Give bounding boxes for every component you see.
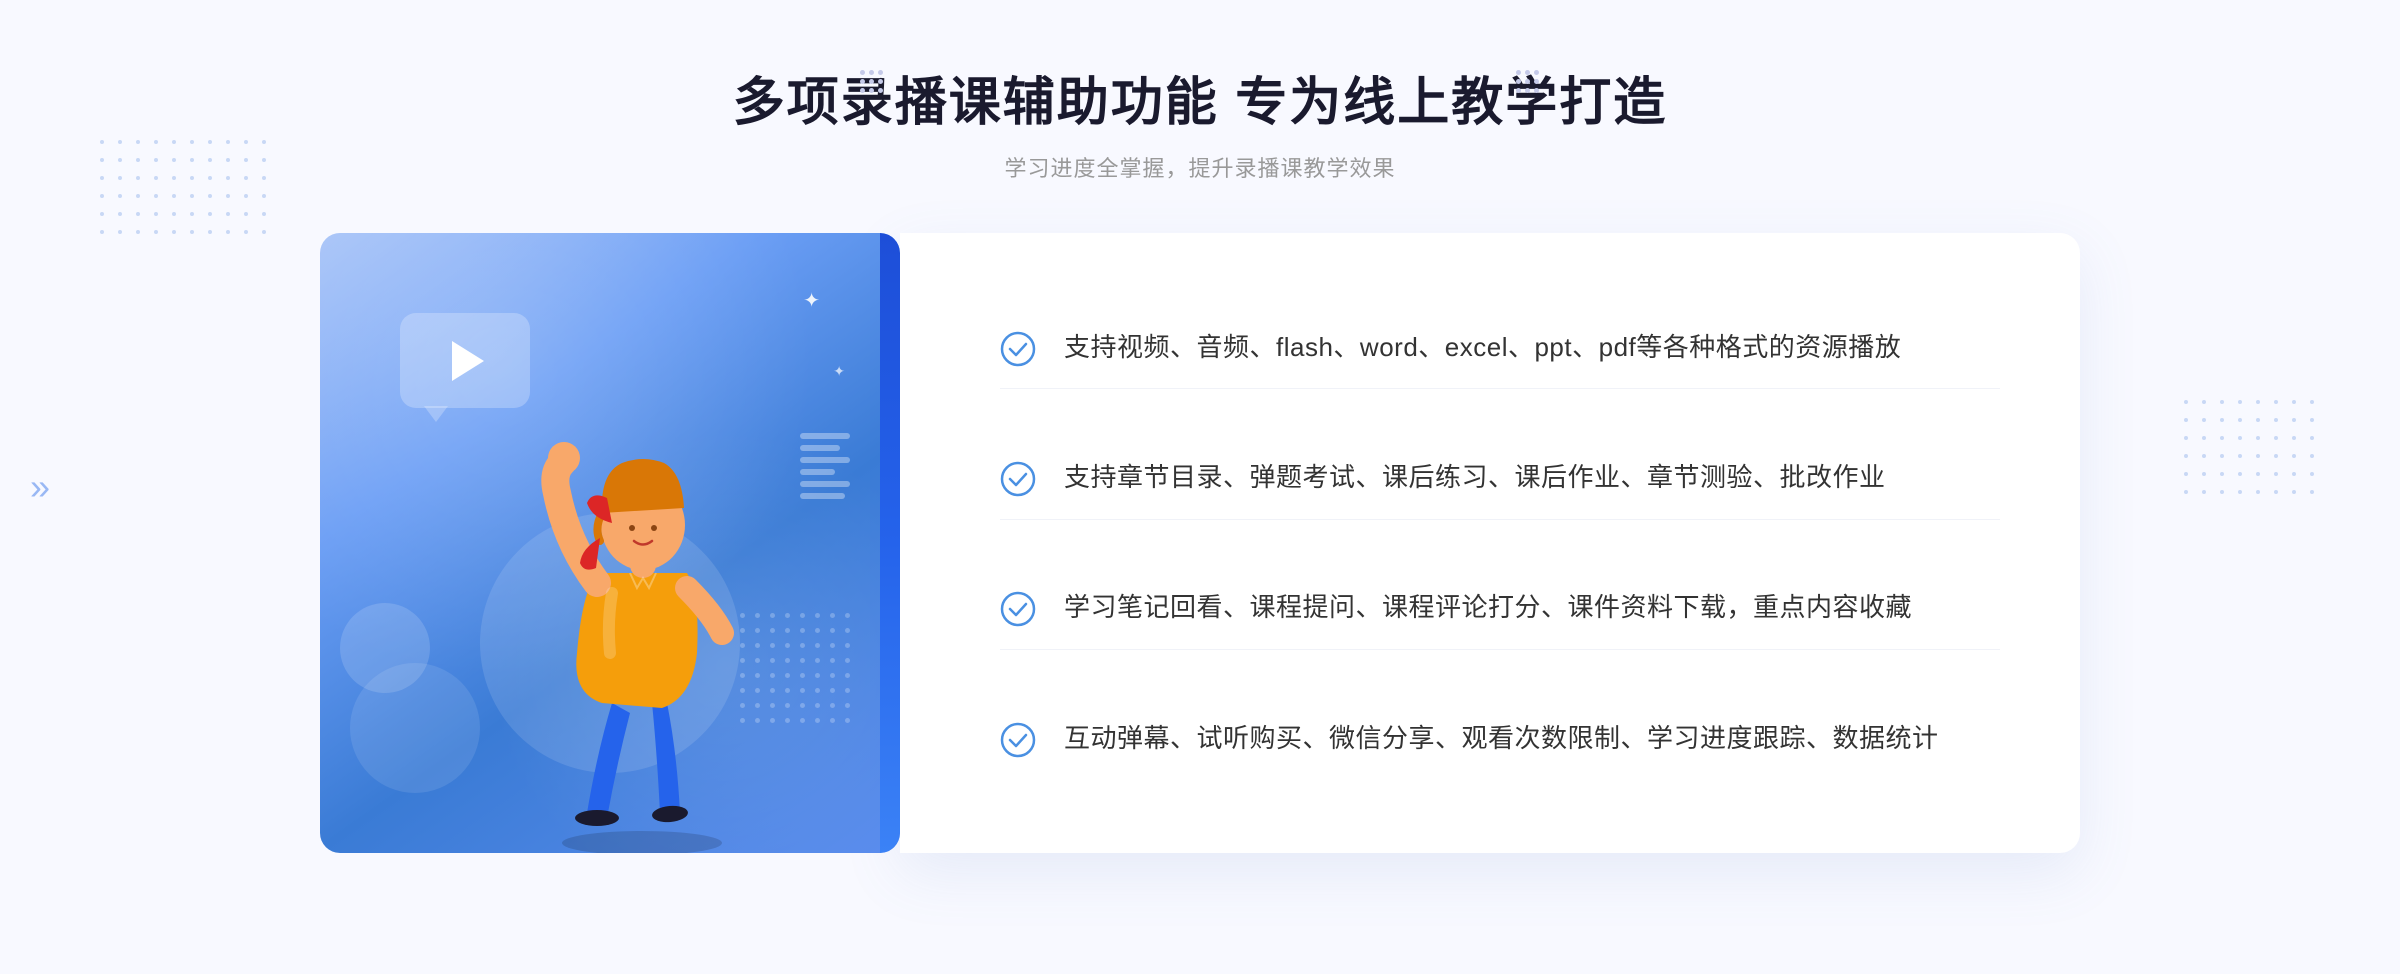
deco-circle-2 — [350, 663, 480, 793]
feature-text-4: 互动弹幕、试听购买、微信分享、观看次数限制、学习进度跟踪、数据统计 — [1064, 718, 1939, 760]
page-container: » 多项录播课辅助功能 专为线上教学打造 学习进度全掌握，提升录播课教学效果 — [0, 0, 2400, 974]
page-title: 多项录播课辅助功能 专为线上教学打造 — [0, 60, 2400, 135]
feature-text-2: 支持章节目录、弹题考试、课后练习、课后作业、章节测验、批改作业 — [1064, 457, 1886, 499]
check-icon-2 — [1000, 461, 1036, 497]
illustration-card: ✦ ✦ — [320, 233, 900, 853]
check-icon-1 — [1000, 331, 1036, 367]
page-subtitle: 学习进度全掌握，提升录播课教学效果 — [0, 151, 2400, 183]
left-arrow-decoration: » — [30, 466, 50, 508]
sparkle-icon-1: ✦ — [803, 288, 820, 313]
content-area: ✦ ✦ — [320, 233, 2080, 853]
sparkle-icon-2: ✦ — [833, 363, 845, 380]
feature-item-4: 互动弹幕、试听购买、微信分享、观看次数限制、学习进度跟踪、数据统计 — [1000, 698, 2000, 780]
features-card: 支持视频、音频、flash、word、excel、ppt、pdf等各种格式的资源… — [900, 233, 2080, 853]
feature-item-1: 支持视频、音频、flash、word、excel、ppt、pdf等各种格式的资源… — [1000, 307, 2000, 390]
check-icon-3 — [1000, 591, 1036, 627]
header-dots-right — [1516, 70, 1540, 94]
check-icon-4 — [1000, 722, 1036, 758]
bg-dots-decoration-right — [2184, 400, 2320, 536]
stripe-decoration — [800, 433, 850, 533]
blue-accent-bar — [880, 233, 900, 853]
header-dots-left — [860, 70, 884, 94]
feature-text-3: 学习笔记回看、课程提问、课程评论打分、课件资料下载，重点内容收藏 — [1064, 587, 1912, 629]
person-illustration — [482, 373, 802, 853]
feature-item-2: 支持章节目录、弹题考试、课后练习、课后作业、章节测验、批改作业 — [1000, 437, 2000, 520]
feature-item-3: 学习笔记回看、课程提问、课程评论打分、课件资料下载，重点内容收藏 — [1000, 567, 2000, 650]
feature-text-1: 支持视频、音频、flash、word、excel、ppt、pdf等各种格式的资源… — [1064, 327, 1901, 369]
header-section: 多项录播课辅助功能 专为线上教学打造 学习进度全掌握，提升录播课教学效果 — [0, 0, 2400, 213]
play-icon — [452, 341, 484, 381]
